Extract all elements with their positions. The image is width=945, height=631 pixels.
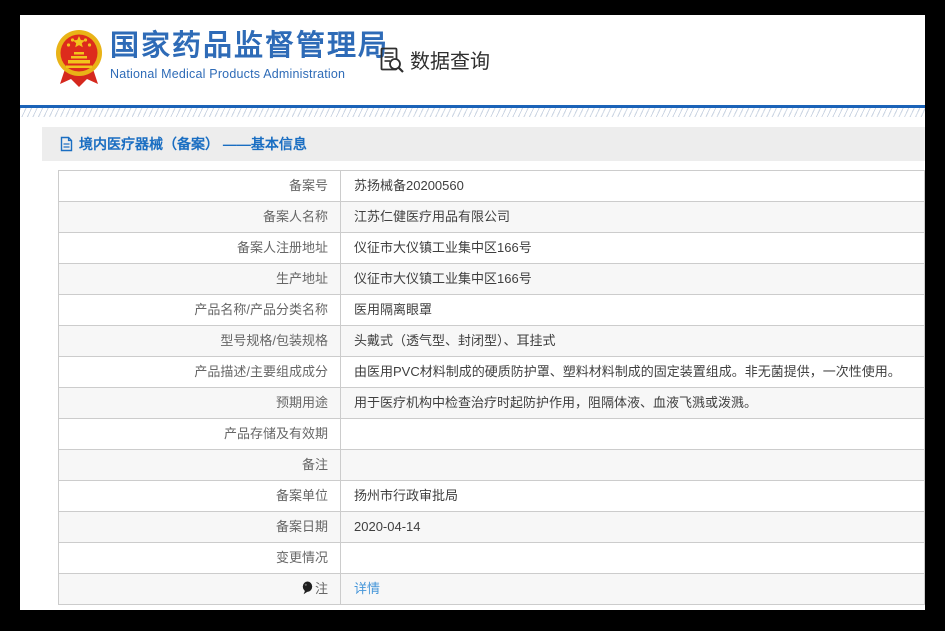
table-row: 备注 [59, 449, 924, 480]
section-doc-icon [60, 136, 73, 152]
row-label: 产品描述/主要组成成分 [59, 357, 341, 387]
table-row: 备案日期 2020-04-14 [59, 511, 924, 542]
row-value [341, 450, 924, 480]
data-query-icon [378, 46, 405, 73]
table-row: 产品存储及有效期 [59, 418, 924, 449]
table-row: 预期用途 用于医疗机构中检查治疗时起防护作用，阻隔体液、血液飞溅或泼溅。 [59, 387, 924, 418]
row-value: 详情 [341, 574, 924, 604]
section-title-bar: 境内医疗器械（备案） ——基本信息 [42, 127, 925, 161]
nav-data-query[interactable]: 数据查询 [378, 45, 490, 74]
row-value [341, 543, 924, 573]
row-value: 扬州市行政审批局 [354, 488, 459, 503]
row-label: 备案日期 [59, 512, 341, 542]
row-value: 由医用PVC材料制成的硬质防护罩、塑料材料制成的固定装置组成。非无菌提供，一次性… [354, 364, 901, 379]
national-emblem-icon[interactable] [55, 27, 103, 89]
nav-label: 数据查询 [410, 51, 490, 73]
row-value: 头戴式（透气型、封闭型）、耳挂式 [354, 333, 556, 348]
row-value [341, 419, 924, 449]
table-row: 备案单位 扬州市行政审批局 [59, 480, 924, 511]
row-label: 型号规格/包装规格 [59, 326, 341, 356]
row-label: 备案号 [59, 171, 341, 201]
org-name-en: National Medical Products Administration [110, 66, 346, 81]
row-value: 仪征市大仪镇工业集中区166号 [354, 271, 532, 286]
table-row: 型号规格/包装规格 头戴式（透气型、封闭型）、耳挂式 [59, 325, 924, 356]
table-row: 备案号 苏扬械备20200560 [59, 171, 924, 201]
table-row: 备案人注册地址 仪征市大仪镇工业集中区166号 [59, 232, 924, 263]
table-row-note: 注 详情 [59, 573, 924, 604]
row-value: 医用隔离眼罩 [354, 302, 433, 317]
row-label: 变更情况 [59, 543, 341, 573]
row-label: 备案单位 [59, 481, 341, 511]
row-value: 仪征市大仪镇工业集中区166号 [354, 240, 532, 255]
note-detail-link[interactable]: 详情 [354, 581, 380, 596]
row-label: 预期用途 [59, 388, 341, 418]
org-name: 国家药品监督管理局 [110, 30, 390, 62]
row-label: 产品存储及有效期 [59, 419, 341, 449]
row-label: 备注 [59, 450, 341, 480]
table-row: 备案人名称 江苏仁健医疗用品有限公司 [59, 201, 924, 232]
row-label: 备案人注册地址 [59, 233, 341, 263]
table-row: 变更情况 [59, 542, 924, 573]
record-table: 备案号 苏扬械备20200560 备案人名称 江苏仁健医疗用品有限公司 备案人注… [58, 170, 925, 605]
brand-block: 国家药品监督管理局 National Medical Products Admi… [110, 30, 390, 81]
row-value: 江苏仁健医疗用品有限公司 [354, 209, 511, 224]
row-label: 备案人名称 [59, 202, 341, 232]
hatch-band [20, 108, 925, 117]
table-row: 产品描述/主要组成成分 由医用PVC材料制成的硬质防护罩、塑料材料制成的固定装置… [59, 356, 924, 387]
note-icon [302, 576, 313, 606]
row-label: 注 [59, 574, 341, 604]
row-value: 用于医疗机构中检查治疗时起防护作用，阻隔体液、血液飞溅或泼溅。 [354, 395, 758, 410]
row-label: 产品名称/产品分类名称 [59, 295, 341, 325]
table-row: 产品名称/产品分类名称 医用隔离眼罩 [59, 294, 924, 325]
section-title: 境内医疗器械（备案） ——基本信息 [79, 136, 307, 152]
row-value: 苏扬械备20200560 [354, 178, 464, 193]
note-label-text: 注 [314, 581, 328, 596]
row-value: 2020-04-14 [354, 519, 421, 534]
site-header: 国家药品监督管理局 National Medical Products Admi… [20, 15, 925, 105]
row-label: 生产地址 [59, 264, 341, 294]
table-row: 生产地址 仪征市大仪镇工业集中区166号 [59, 263, 924, 294]
page: 国家药品监督管理局 National Medical Products Admi… [20, 15, 925, 610]
